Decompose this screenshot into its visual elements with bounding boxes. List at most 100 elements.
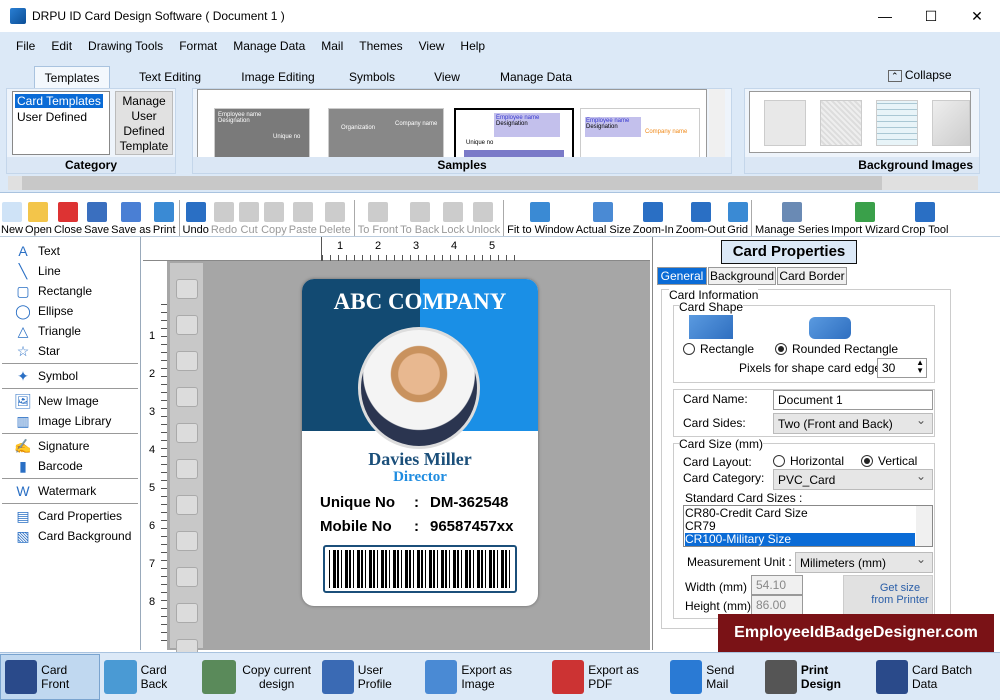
menu-help[interactable]: Help [460,39,485,53]
tool-line[interactable]: ╲ Line [0,261,140,281]
tool-new-image[interactable]: 🖼 New Image [0,391,140,411]
toolbar-save-button[interactable]: Save [83,196,110,236]
barcode[interactable] [323,545,517,593]
properties-tab-background[interactable]: Background [708,267,776,285]
layout-horizontal-radio[interactable]: Horizontal [773,454,844,468]
toolbar-copy-button[interactable]: Copy [260,196,288,236]
shape-rounded-rectangle-radio[interactable]: Rounded Rectangle [775,342,898,356]
ribbon-horizontal-scrollbar[interactable] [8,176,978,190]
toolbar-cut-button[interactable]: Cut [238,196,260,236]
tool-card-background[interactable]: ▧ Card Background [0,526,140,546]
toolbar-lock-button[interactable]: Lock [440,196,465,236]
menu-drawing-tools[interactable]: Drawing Tools [88,39,163,53]
properties-tab-general[interactable]: General [657,267,707,285]
align-left-icon[interactable] [175,423,198,443]
ribbon-tab-symbols[interactable]: Symbols [340,66,404,88]
tool-barcode[interactable]: ▮ Barcode [0,456,140,476]
sample-template-1[interactable]: Employee name Designation Unique no [214,108,310,158]
ribbon-tab-image-editing[interactable]: Image Editing [226,66,330,88]
tool-card-properties[interactable]: ▤ Card Properties [0,506,140,526]
height-spinner[interactable]: 86.00 [751,595,803,615]
distribute-icon[interactable] [175,603,198,623]
employee-name[interactable]: Davies Miller [302,449,538,470]
toolbar-actual-size-button[interactable]: Actual Size [575,196,632,236]
employee-photo[interactable] [358,327,480,449]
close-button[interactable]: ✕ [954,0,1000,32]
send-mail-button[interactable]: Send Mail [666,654,761,700]
tool-watermark[interactable]: W Watermark [0,481,140,501]
unique-no-label[interactable]: Unique No [320,494,395,511]
id-card[interactable]: ABC COMPANY Davies Miller Director Uniqu… [302,279,538,606]
tool-ellipse[interactable]: ◯ Ellipse [0,301,140,321]
copy-current-design-button[interactable]: Copy current design [198,654,318,700]
toolbar-crop-tool-button[interactable]: Crop Tool [901,196,950,236]
tool-symbol[interactable]: ✦ Symbol [0,366,140,386]
toolbar-print-button[interactable]: Print [152,196,177,236]
align-bottom-icon[interactable] [175,531,198,551]
card-category-select[interactable]: PVC_Card [773,469,933,490]
toolbar-new-button[interactable]: New [0,196,24,236]
sample-template-2[interactable]: Organization Company name [328,108,444,158]
tool-triangle[interactable]: △ Triangle [0,321,140,341]
ribbon-tab-manage-data[interactable]: Manage Data [490,66,582,88]
toolbar-zoom-in-button[interactable]: Zoom-In [632,196,675,236]
menu-themes[interactable]: Themes [359,39,402,53]
align-right-icon[interactable] [175,459,198,479]
standard-sizes-list[interactable]: CR80-Credit Card Size CR79 CR100-Militar… [683,505,933,547]
toolbar-undo-button[interactable]: Undo [182,196,210,236]
export-as-pdf-button[interactable]: Export as PDF [548,654,666,700]
toolbar-unlock-button[interactable]: Unlock [465,196,501,236]
to-back-icon[interactable] [175,315,198,335]
samples-gallery[interactable]: Employee name Designation Unique no Organi… [197,89,707,159]
toolbar-to-back-button[interactable]: To Back [399,196,440,236]
company-name[interactable]: ABC COMPANY [302,289,538,315]
menu-manage-data[interactable]: Manage Data [233,39,305,53]
category-item-user-defined[interactable]: User Defined [13,110,109,124]
card-sides-select[interactable]: Two (Front and Back) [773,413,933,434]
manage-user-defined-template-button[interactable]: Manage User Defined Template [115,91,173,155]
get-size-from-printer-button[interactable]: Get size from Printer [843,575,933,617]
toolbar-import-wizard-button[interactable]: Import Wizard [830,196,900,236]
menu-mail[interactable]: Mail [321,39,343,53]
toolbar-zoom-out-button[interactable]: Zoom-Out [675,196,727,236]
shape-rectangle-radio[interactable]: Rectangle [683,342,754,356]
lock-icon[interactable] [175,351,198,371]
background-thumb-3[interactable] [876,100,918,146]
width-spinner[interactable]: 54.10 [751,575,803,595]
align-top-icon[interactable] [175,495,198,515]
size-item[interactable]: CR80-Credit Card Size [685,507,931,520]
minimize-button[interactable]: — [862,0,908,32]
toolbar-redo-button[interactable]: Redo [210,196,238,236]
tool-text[interactable]: A Text [0,241,140,261]
card-front-button[interactable]: Card Front [0,653,101,700]
samples-scrollbar[interactable] [709,89,725,159]
card-back-button[interactable]: Card Back [100,654,197,700]
toolbar-fit-to-window-button[interactable]: Fit to Window [506,196,575,236]
card-name-input[interactable]: Document 1 [773,390,933,410]
tool-star[interactable]: ☆ Star [0,341,140,361]
card-batch-data-button[interactable]: Card Batch Data [872,654,1000,700]
menu-file[interactable]: File [16,39,35,53]
collapse-button[interactable]: ⌃ Collapse [888,68,952,82]
tool-image-library[interactable]: ▥ Image Library [0,411,140,431]
edge-pixels-spinner[interactable]: 30 ▲ ▼ [877,358,927,378]
list-scrollbar[interactable] [916,506,932,546]
sample-template-3[interactable]: Employee name Designation Unique no [454,108,574,158]
toolbar-delete-button[interactable]: Delete [318,196,352,236]
size-item-selected[interactable]: CR100-Military Size [685,533,915,546]
tool-signature[interactable]: ✍ Signature [0,436,140,456]
category-list[interactable]: Card Templates User Defined [12,91,110,155]
toolbar-paste-button[interactable]: Paste [288,196,318,236]
toolbar-close-button[interactable]: Close [53,196,83,236]
measurement-unit-select[interactable]: Milimeters (mm) [795,552,933,573]
maximize-button[interactable]: ☐ [908,0,954,32]
mobile-no-label[interactable]: Mobile No [320,518,392,535]
sample-template-4[interactable]: Employee name Designation Company name [580,108,700,158]
toolbar-to-front-button[interactable]: To Front [357,196,399,236]
user-profile-button[interactable]: User Profile [318,654,422,700]
background-thumb-1[interactable] [764,100,806,146]
tool-rectangle[interactable]: ▢ Rectangle [0,281,140,301]
properties-tab-card-border[interactable]: Card Border [777,267,847,285]
unique-no-value[interactable]: DM-362548 [430,494,508,511]
toolbar-grid-button[interactable]: Grid [726,196,749,236]
